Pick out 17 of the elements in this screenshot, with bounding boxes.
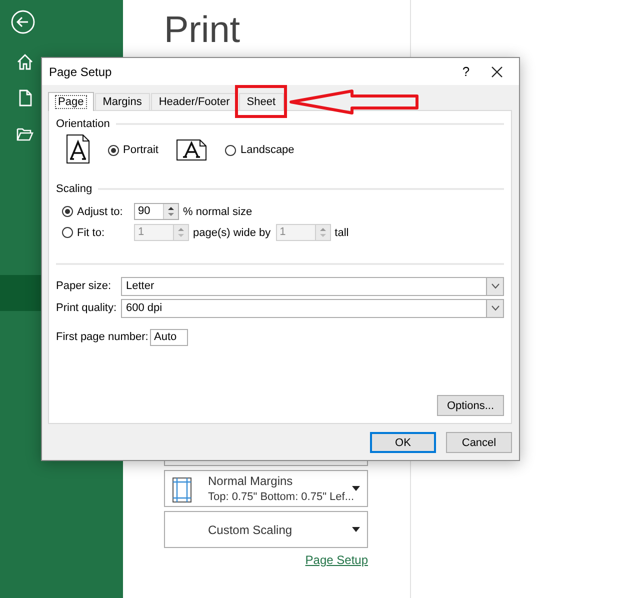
page-title: Print [164,10,242,50]
setting-title: Custom Scaling [208,522,292,536]
field-label: Paper size: [56,280,112,292]
setting-title: Normal Margins [208,474,294,488]
radio-label: Landscape [240,144,294,156]
field-label: Print quality: [56,302,118,314]
radio-label: Portrait [123,144,158,156]
radio-label: Fit to: [77,226,105,238]
group-label: Scaling [56,183,92,195]
radio-label: Adjust to: [77,206,123,218]
dialog-title: Page Setup [49,64,113,78]
unit-label: % normal size [183,206,252,218]
group-label: Orientation [56,118,110,130]
unit-label: page(s) wide by [193,226,271,238]
unit-label: tall [334,226,349,238]
field-label: First page number: [56,331,150,343]
setting-subtitle: Top: 0.75" Bottom: 0.75" Lef... [208,491,354,503]
